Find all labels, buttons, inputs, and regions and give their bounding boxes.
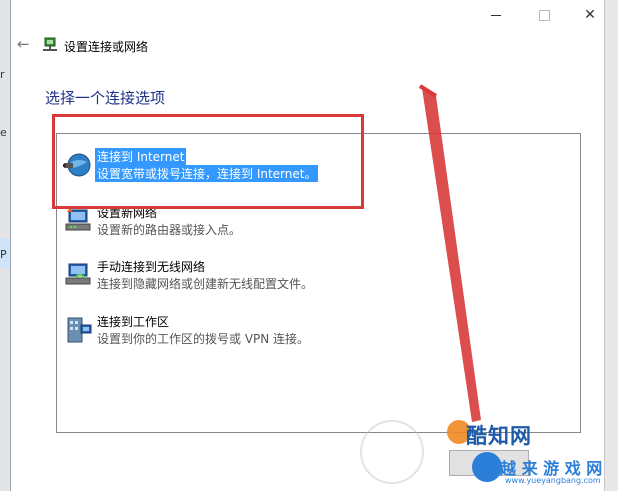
title-bar[interactable]: ✕ <box>11 0 604 30</box>
option-title: 连接到工作区 <box>97 315 170 329</box>
router-icon <box>65 208 91 231</box>
close-icon: ✕ <box>584 7 596 23</box>
vpn-icon <box>67 317 92 343</box>
watermark-circle <box>360 420 424 484</box>
option-title: 连接到 Internet <box>95 148 187 165</box>
option-description: 设置到你的工作区的拨号或 VPN 连接。 <box>97 332 310 346</box>
watermark-url: www.yueyangbang.com <box>505 476 601 485</box>
option-description: 设置新的路由器或接入点。 <box>97 223 242 237</box>
network-icon <box>43 37 57 51</box>
option-setup-new-network[interactable]: 设置新网络 设置新的路由器或接入点。 <box>57 202 580 246</box>
back-arrow-icon: ← <box>17 35 30 53</box>
background-window-edge-right <box>604 0 618 491</box>
wireless-icon <box>65 263 91 285</box>
minimize-icon <box>491 14 501 16</box>
watermark-wifi-icon <box>472 452 502 482</box>
maximize-icon <box>538 9 550 21</box>
setup-connection-dialog: ✕ ← 设置连接或网络 选择一个连接选项 连接到 Internet 设置宽带或拨… <box>10 0 604 491</box>
dialog-title: 设置连接或网络 <box>64 40 149 54</box>
background-text-fragment: e <box>0 126 7 139</box>
connection-options-list[interactable]: 连接到 Internet 设置宽带或拨号连接，连接到 Internet。 设置新… <box>56 133 581 433</box>
background-text-fragment: P <box>0 248 7 261</box>
background-text-fragment: r <box>0 68 5 81</box>
option-description: 连接到隐藏网络或创建新无线配置文件。 <box>97 277 314 291</box>
back-button[interactable]: ← <box>17 36 31 52</box>
option-connect-internet[interactable]: 连接到 Internet 设置宽带或拨号连接，连接到 Internet。 <box>57 146 580 190</box>
globe-icon <box>63 153 91 177</box>
option-title: 手动连接到无线网络 <box>97 260 206 274</box>
minimize-button[interactable] <box>473 0 519 30</box>
option-description: 设置宽带或拨号连接，连接到 Internet。 <box>95 165 319 182</box>
maximize-button[interactable] <box>521 0 567 30</box>
option-connect-workplace[interactable]: 连接到工作区 设置到你的工作区的拨号或 VPN 连接。 <box>57 311 580 355</box>
close-button[interactable]: ✕ <box>567 0 613 30</box>
watermark-logo: 酷知网 <box>466 424 532 448</box>
page-heading: 选择一个连接选项 <box>45 89 166 107</box>
option-manual-wireless[interactable]: 手动连接到无线网络 连接到隐藏网络或创建新无线配置文件。 <box>57 256 580 300</box>
option-title: 设置新网络 <box>97 206 158 220</box>
